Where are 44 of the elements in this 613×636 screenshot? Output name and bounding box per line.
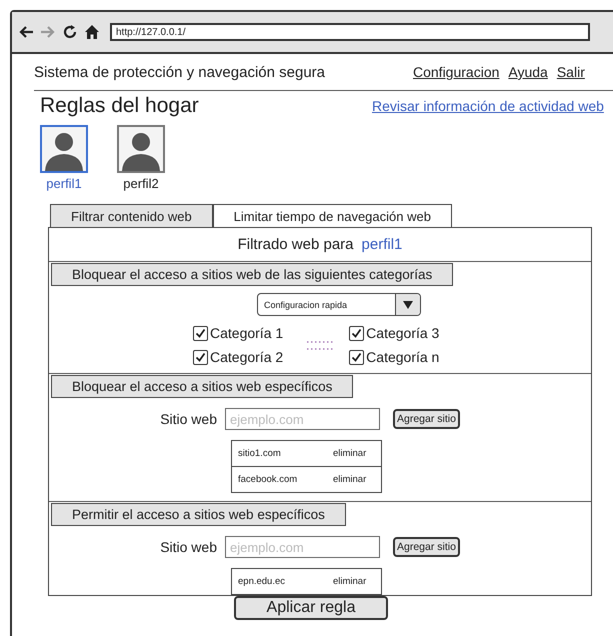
site-title: Sistema de protección y navegación segura [34, 64, 326, 80]
field-label: Sitio web [159, 539, 218, 555]
checkbox[interactable] [193, 350, 208, 364]
nav-link[interactable]: Salir [556, 64, 585, 80]
home-icon[interactable] [84, 24, 100, 40]
avatar-icon[interactable] [117, 125, 165, 173]
tab[interactable]: Filtrar contenido web [50, 204, 213, 227]
nav-link[interactable]: Configuracion [413, 64, 500, 80]
add-site-button[interactable]: Agregar sitio [393, 409, 460, 429]
delete-link[interactable]: eliminar [333, 576, 381, 587]
site-name: epn.edu.ec [237, 576, 286, 587]
checkbox-label: Categoría 3 [366, 325, 440, 341]
add-site-button[interactable]: Agregar sitio [393, 537, 460, 557]
reload-icon[interactable] [62, 24, 78, 40]
filter-heading: Filtrado web para [238, 236, 354, 253]
delete-link[interactable]: eliminar [333, 474, 381, 485]
site-input-field[interactable]: ejemplo.com [225, 408, 380, 430]
section-header: Bloquear el acceso a sitios web específicos [51, 375, 354, 398]
avatar-icon[interactable] [40, 125, 88, 173]
checkbox-label: Categoría n [366, 349, 440, 365]
nav-link[interactable]: Ayuda [508, 64, 548, 80]
apply-button[interactable]: Aplicar regla [234, 596, 388, 620]
delete-link[interactable]: eliminar [333, 448, 381, 459]
checkbox[interactable] [193, 326, 208, 340]
site-name: sitio1.com [237, 448, 282, 459]
checkbox[interactable] [349, 350, 364, 364]
profile-name: perfil1 [362, 236, 402, 253]
checkbox-label: Categoría 1 [210, 325, 284, 341]
field-label: Sitio web [159, 411, 218, 427]
caret-icon [403, 300, 413, 308]
profile-name[interactable]: perfil1 [46, 176, 82, 191]
dropdown[interactable]: Configuracion rapida [257, 293, 421, 316]
activity-link[interactable]: Revisar información de actividad web [372, 98, 604, 114]
checkbox-label: Categoría 2 [210, 349, 284, 365]
tab[interactable]: Limitar tiempo de navegación web [212, 204, 452, 227]
page-title: Reglas del hogar [39, 94, 200, 118]
site-input-field[interactable]: ejemplo.com [225, 536, 380, 558]
section-header: Bloquear el acceso a sitios web de las siguientes categorías [51, 263, 454, 286]
profile-name[interactable]: perfil2 [123, 176, 159, 191]
site-name: facebook.com [237, 474, 298, 485]
back-icon[interactable] [18, 24, 34, 40]
checkbox[interactable] [349, 326, 364, 340]
section-header: Permitir el acceso a sitios web específicos [51, 503, 346, 526]
address-bar[interactable]: http://127.0.0.1/ [110, 23, 590, 41]
